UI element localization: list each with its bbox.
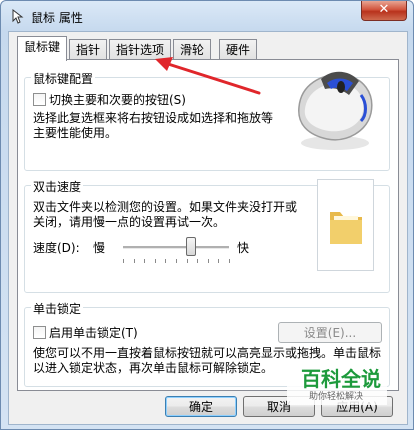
slider-tick xyxy=(186,259,188,263)
speed-label: 速度(D): xyxy=(33,241,80,255)
tab-pointer-options[interactable]: 指针选项 xyxy=(109,39,172,60)
double-click-speed-slider[interactable] xyxy=(185,237,196,256)
slider-tick xyxy=(154,259,156,263)
click-lock-settings-button[interactable]: 设置(E)... xyxy=(278,322,382,343)
tab-hardware[interactable]: 硬件 xyxy=(219,39,258,60)
watermark-title: 百科全说 xyxy=(301,367,381,391)
click-lock-checkbox[interactable] xyxy=(33,326,46,339)
switch-buttons-checkbox[interactable] xyxy=(33,93,46,106)
switch-buttons-label[interactable]: 切换主要和次要的按钮(S) xyxy=(49,91,186,108)
slider-tick xyxy=(218,259,220,263)
mouse-pointer-icon xyxy=(12,8,24,24)
title-bar[interactable]: 鼠标 属性 ✕ xyxy=(1,1,413,31)
button-config-description: 选择此复选框来将右按钮设成如选择和拖放等主要性能使用。 xyxy=(33,111,274,140)
slider-tick xyxy=(176,259,177,263)
slider-tick xyxy=(229,259,230,263)
click-lock-label[interactable]: 启用单击锁定(T) xyxy=(49,324,138,341)
double-click-test-area[interactable] xyxy=(317,179,374,271)
click-lock-group-label: 单击锁定 xyxy=(31,300,84,317)
slow-label: 慢 xyxy=(93,241,106,255)
folder-icon[interactable] xyxy=(318,180,373,270)
watermark-subtitle: 助你轻松解决 xyxy=(309,392,364,402)
close-button[interactable]: ✕ xyxy=(361,1,407,21)
mouse-illustration xyxy=(298,71,373,150)
slider-tick xyxy=(165,259,167,263)
fast-label: 快 xyxy=(237,241,250,255)
button-config-group-label: 鼠标键配置 xyxy=(31,70,96,87)
tab-pointers[interactable]: 指针 xyxy=(69,39,108,60)
double-click-speed-track[interactable] xyxy=(123,246,229,249)
double-click-description: 双击文件夹以检测您的设置。如果文件夹没打开或关闭，请用慢一点的设置再试一次。 xyxy=(33,200,298,229)
slider-tick xyxy=(207,259,209,263)
slider-tick xyxy=(197,259,199,263)
tab-buttons[interactable]: 鼠标键 xyxy=(17,36,68,61)
slider-tick xyxy=(144,259,146,263)
slider-tick xyxy=(133,259,135,263)
watermark: 百科全说 助你轻松解决 xyxy=(287,361,387,405)
ok-button[interactable]: 确定 xyxy=(165,396,237,417)
slider-tick xyxy=(123,259,124,263)
double-click-group-label: 双击速度 xyxy=(31,178,84,195)
window-title: 鼠标 属性 xyxy=(31,11,83,25)
tab-wheel[interactable]: 滑轮 xyxy=(173,39,212,60)
mouse-properties-window: 鼠标 属性 ✕ 鼠标键 指针 指针选项 滑轮 硬件 鼠标键配置 切换主要和次要的… xyxy=(0,0,414,430)
